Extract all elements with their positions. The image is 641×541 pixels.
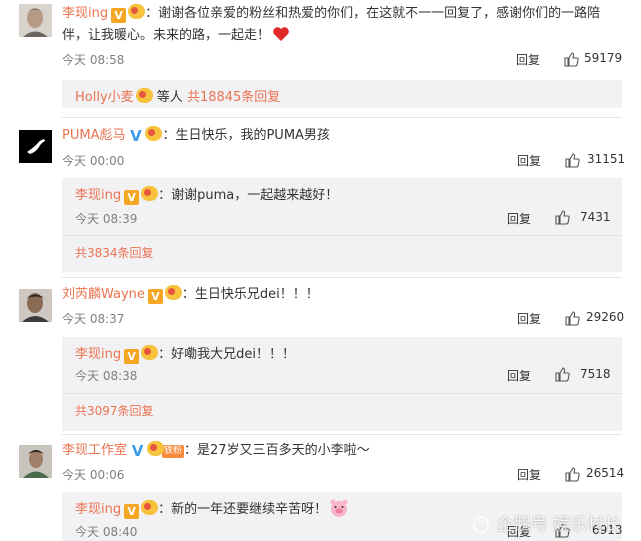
comment-body: ：生日快乐兄dei！！！ [181,287,319,302]
timestamp: 今天 00:06 [62,468,125,482]
watermark-text: 企鹅号 娱乐村长 [496,515,621,535]
verified-blue-icon: V [130,127,142,145]
avatar[interactable] [19,130,52,163]
sub-reply-text: 李现ing V ：好嘞我大兄dei！！！ [75,343,295,364]
comment-body: ：谢谢各位亲爱的粉丝和热爱的你们，在这就不一一回复了，感谢你们的一路陪 [145,6,601,21]
comment-body: ：生日快乐，我的PUMA男孩 [162,128,330,143]
divider [62,434,622,435]
fan-badge-icon [141,500,159,515]
verified-orange-icon: V [124,349,140,364]
fan-badge-icon [141,186,159,201]
fan-badge-icon [141,345,159,360]
reply-button[interactable]: 回复 [516,51,540,68]
timestamp: 今天 00:00 [62,154,125,168]
timestamp: 今天 08:37 [62,312,125,326]
like-count: 31151 [587,152,626,166]
author-name[interactable]: 李现ing [75,502,121,517]
verified-orange-icon: V [147,289,163,304]
timestamp: 今天 08:38 [75,369,138,383]
comment-text-cont: 伴，让我暖心。未来的路，一起走！ [62,26,290,46]
more-replies-link[interactable]: 共3834条回复 [75,244,154,261]
reply-author[interactable]: Holly小麦 [75,90,134,105]
comment-body: 伴，让我暖心。未来的路，一起走！ [62,28,271,43]
timestamp: 今天 08:58 [62,53,125,67]
divider [62,117,622,118]
verified-orange-icon: V [124,504,140,519]
sub-reply-box: 李现ing V ：好嘞我大兄dei！！！ 今天 08:38 回复 7518 共309… [62,337,622,431]
comment-text: 李现工作室 V 铁粉 ：是27岁又三百多天的小李啦～ [62,441,370,461]
thumbs-up-icon[interactable] [555,210,570,225]
sub-reply-text: 李现ing V ：谢谢puma，一起越来越好！ [75,184,338,205]
thumbs-up-icon[interactable] [565,311,580,326]
comment-text: 刘芮麟Wayne V ：生日快乐兄dei！！！ [62,285,319,305]
watermark: 企鹅号 娱乐村长 [471,510,621,535]
comment-text: 李现ing V ：谢谢各位亲爱的粉丝和热爱的你们，在这就不一一回复了，感谢你们的一路… [62,4,600,24]
fan-level-badge: 铁粉 [162,445,185,458]
avatar[interactable] [19,289,52,322]
more-replies-link[interactable]: 共18845条回复 [187,90,280,105]
comment-text: PUMA彪马 V ：生日快乐，我的PUMA男孩 [62,126,330,146]
comment-3: 刘芮麟Wayne V ：生日快乐兄dei！！！ 今天 08:37 回复 29260 … [0,285,641,431]
sub-reply-text: 李现ing V ：新的一年还要继续辛苦呀！ [75,498,349,519]
like-count: 29260 [586,310,625,324]
author-name[interactable]: 李现ing [75,347,121,362]
comment-1: 李现ing V ：谢谢各位亲爱的粉丝和热爱的你们，在这就不一一回复了，感谢你们的一路… [0,0,641,108]
thumbs-up-icon[interactable] [565,153,580,168]
reply-button[interactable]: 回复 [507,367,531,384]
reply-button[interactable]: 回复 [517,310,541,327]
reply-body: ：新的一年还要继续辛苦呀！ [158,502,328,517]
author-name[interactable]: 李现ing [62,6,108,21]
author-name[interactable]: 刘芮麟Wayne [62,287,145,302]
avatar[interactable] [19,4,52,37]
thumbs-up-icon[interactable] [555,367,570,382]
fan-badge-icon [128,4,146,19]
fan-badge-icon [135,88,153,103]
reply-button[interactable]: 回复 [517,466,541,483]
divider [62,393,622,394]
like-count: 7518 [580,367,611,381]
author-name[interactable]: PUMA彪马 [62,128,125,143]
fan-badge-icon [164,285,182,300]
red-heart-icon [273,27,289,41]
divider [62,235,622,236]
timestamp: 今天 08:39 [75,212,138,226]
author-name[interactable]: 李现ing [75,188,121,203]
avatar[interactable] [19,445,52,478]
like-count: 26514 [586,466,625,480]
divider [62,277,622,278]
like-count: 59179 [584,51,623,65]
reply-summary[interactable]: Holly小麦 等人 共18845条回复 [62,80,622,108]
verified-orange-icon: V [124,190,140,205]
penguin-logo-icon [473,516,489,534]
reply-body: ：好嘞我大兄dei！！！ [158,347,295,362]
like-count: 7431 [580,210,611,224]
summary-text: 等人 [156,90,183,105]
author-name[interactable]: 李现工作室 [62,443,127,458]
reply-body: ：谢谢puma，一起越来越好！ [158,188,339,203]
reply-button[interactable]: 回复 [507,210,531,227]
reply-button[interactable]: 回复 [517,152,541,169]
verified-orange-icon: V [111,8,127,23]
verified-blue-icon: V [131,442,144,460]
fan-badge-icon [147,441,165,456]
timestamp: 今天 08:40 [75,525,138,539]
thumbs-up-icon[interactable] [564,52,579,67]
sub-reply-box: 李现ing V ：谢谢puma，一起越来越好！ 今天 08:39 回复 7431 共… [62,178,622,272]
more-replies-link[interactable]: 共3097条回复 [75,402,154,419]
comment-body: ：是27岁又三百多天的小李啦～ [184,443,370,458]
thumbs-up-icon[interactable] [565,467,580,482]
comment-2: PUMA彪马 V ：生日快乐，我的PUMA男孩 今天 00:00 回复 31151 … [0,126,641,272]
fan-badge-icon [145,126,163,141]
pink-pig-face-icon [330,499,348,517]
